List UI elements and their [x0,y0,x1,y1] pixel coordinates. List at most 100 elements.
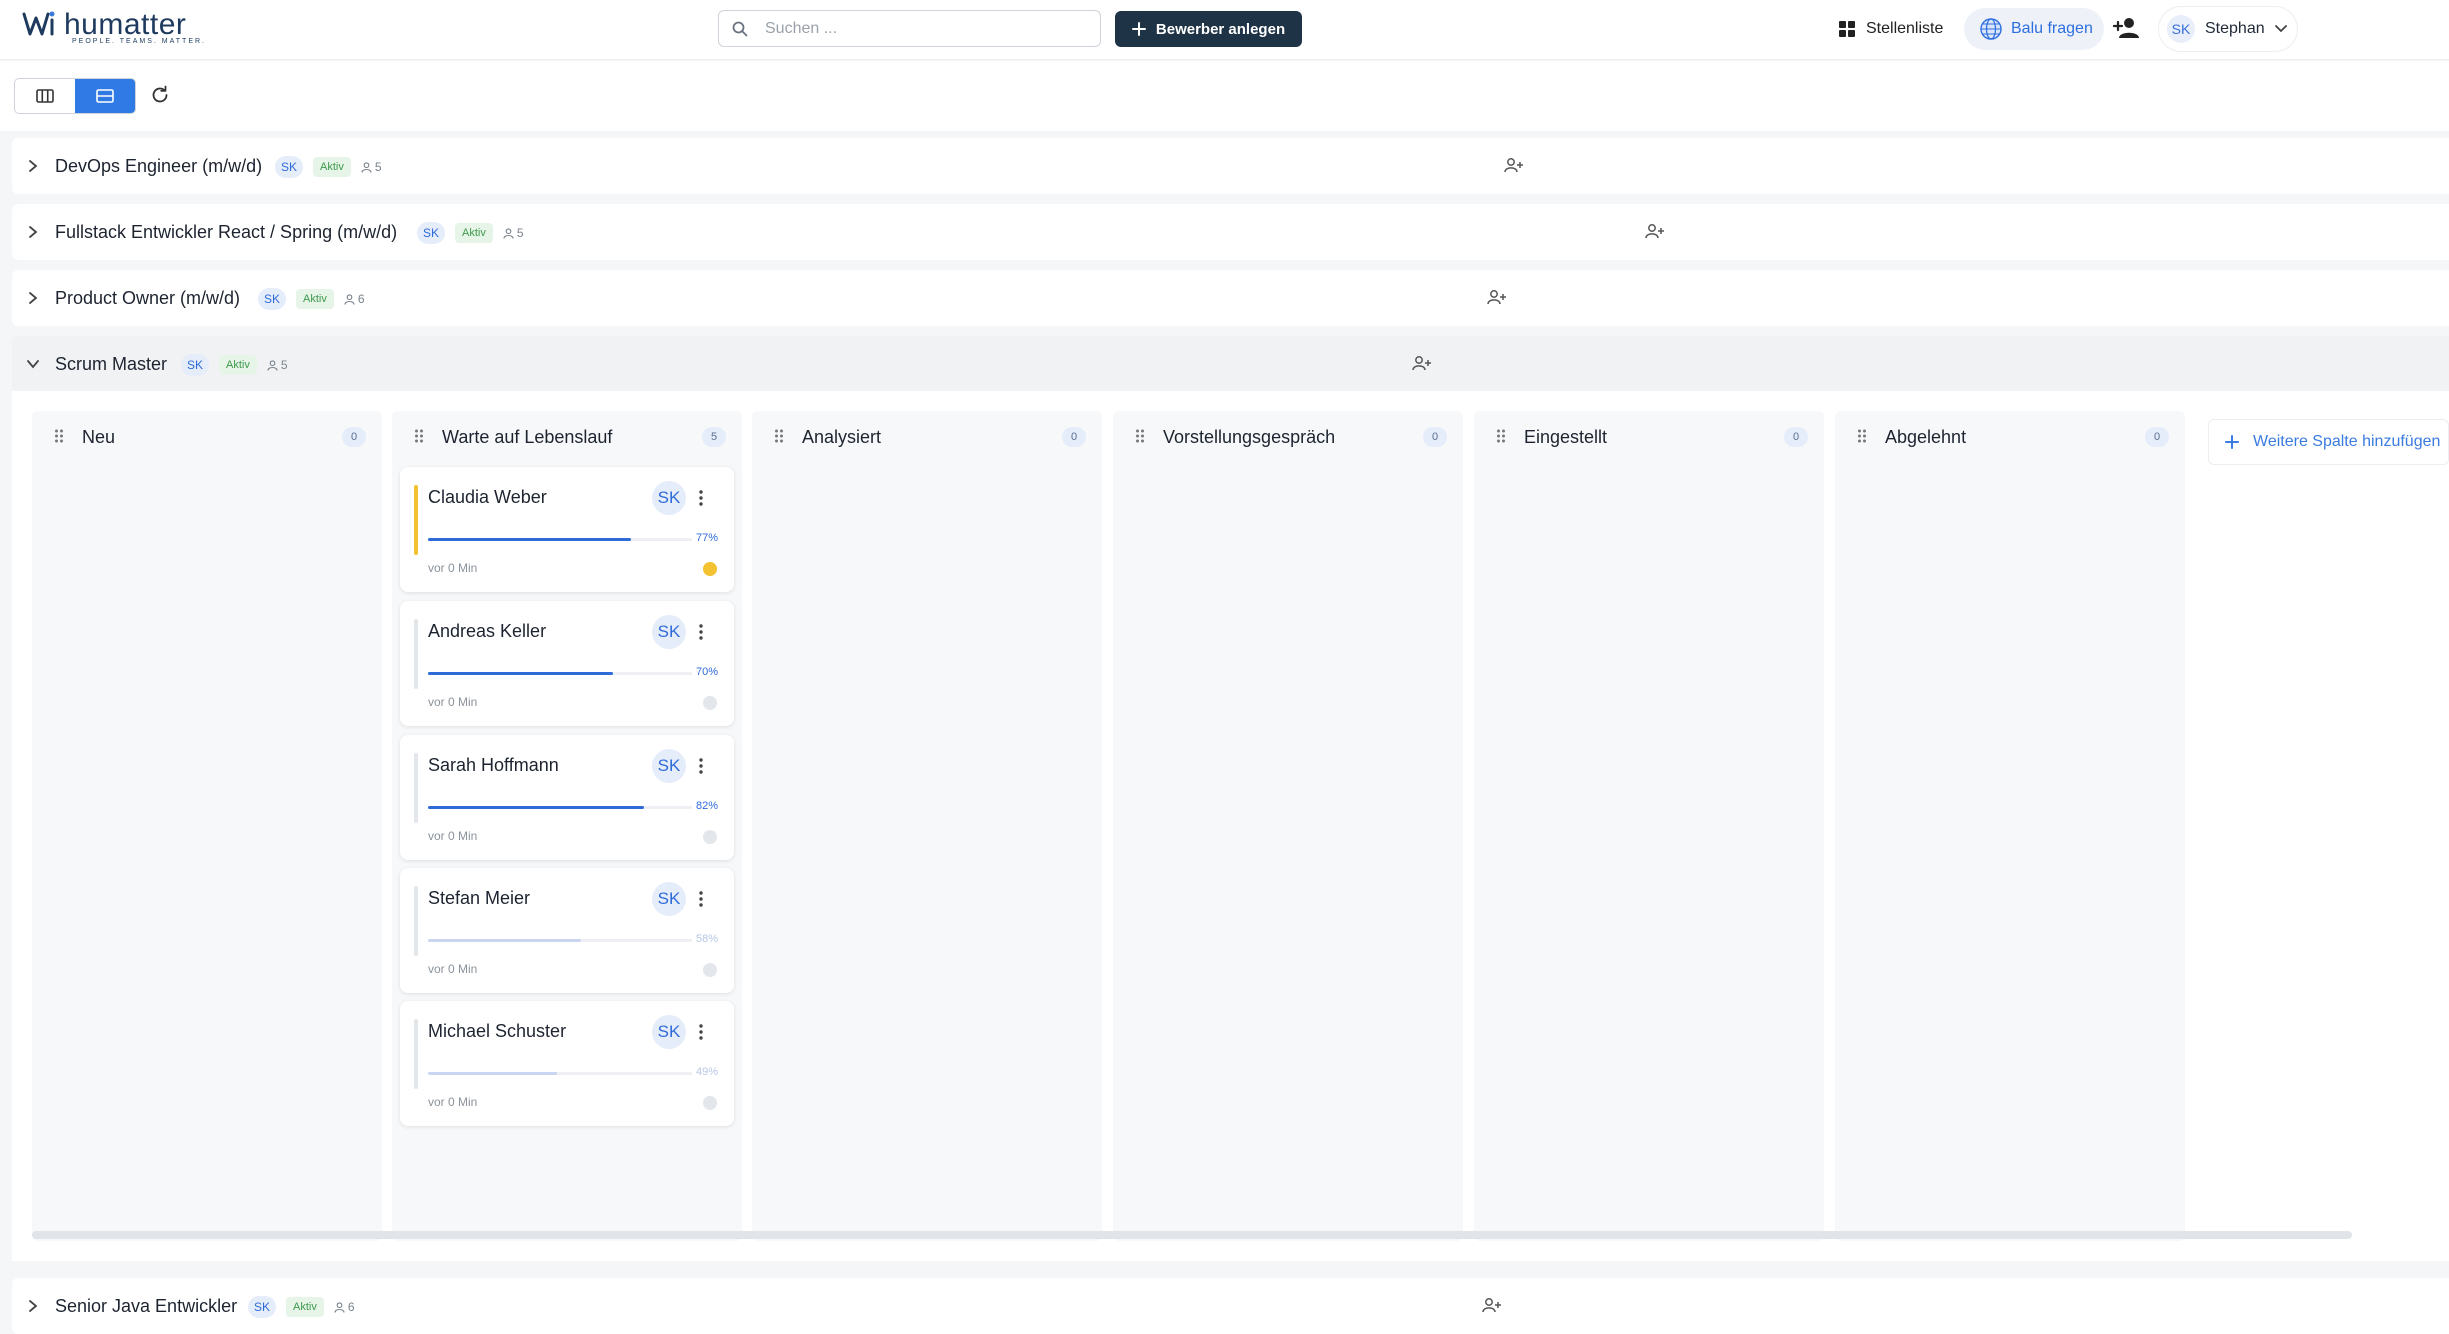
more-options-icon[interactable] [698,757,704,775]
add-user-icon[interactable] [2113,16,2141,40]
person-icon [361,161,372,173]
candidate-name: Stefan Meier [428,888,531,908]
status-dot [703,1096,717,1110]
applicant-count: 5 [361,160,382,174]
timestamp: vor 0 Min [428,829,478,843]
job-row[interactable]: DevOps Engineer (m/w/d) SK Aktiv 5 [12,138,2449,194]
candidate-card[interactable]: Michael Schuster SK 49% vor 0 Min [400,1001,734,1126]
candidate-card[interactable]: Sarah Hoffmann SK 82% vor 0 Min [400,735,734,860]
column-count: 5 [702,427,726,447]
search-input[interactable] [765,11,1085,46]
status-badge: Aktiv [455,223,493,243]
status-badge: Aktiv [296,289,334,309]
horizontal-scrollbar[interactable] [32,1231,2352,1239]
invite-user-icon[interactable] [1645,223,1665,239]
job-title: DevOps Engineer (m/w/d) [55,155,263,176]
chevron-right-icon[interactable] [28,225,38,239]
more-options-icon[interactable] [698,489,704,507]
chevron-right-icon[interactable] [28,291,38,305]
applicant-count-value: 6 [357,292,365,306]
chevron-right-icon[interactable] [28,159,38,173]
score-bar [428,806,692,809]
nav-job-list[interactable]: Stellenliste [1838,13,1943,45]
plus-icon [2225,435,2239,449]
column-title: Neu [82,426,116,447]
drag-handle-icon[interactable] [414,428,424,444]
job-row[interactable]: Fullstack Entwickler React / Spring (m/w… [12,204,2449,260]
more-options-icon[interactable] [698,623,704,641]
ask-balu-label: Balu fragen [2011,20,2093,37]
create-applicant-button[interactable]: Bewerber anlegen [1115,11,1302,47]
drag-handle-icon[interactable] [1857,428,1867,444]
job-row[interactable]: Senior Java Entwickler SK Aktiv 6 [12,1278,2449,1334]
top-bar: humatter PEOPLE. TEAMS. MATTER. Bewerber… [0,0,2449,60]
view-toggle [14,78,136,114]
logo-tagline: PEOPLE. TEAMS. MATTER. [72,38,206,45]
candidate-card[interactable]: Andreas Keller SK 70% vor 0 Min [400,601,734,726]
applicant-count-value: 5 [280,358,288,372]
person-icon [344,293,355,305]
recruiter-avatar: SK [652,749,686,783]
job-tags: SK Aktiv 5 [417,222,524,244]
invite-user-icon[interactable] [1504,157,1524,173]
toolbar [0,61,2449,131]
candidate-card[interactable]: Claudia Weber SK 77% vor 0 Min [400,467,734,592]
candidate-card[interactable]: Stefan Meier SK 58% vor 0 Min [400,868,734,993]
column-count: 0 [1423,427,1447,447]
drag-handle-icon[interactable] [1496,428,1506,444]
job-title: Scrum Master [55,353,168,374]
drag-handle-icon[interactable] [54,428,64,444]
invite-user-icon[interactable] [1487,289,1507,305]
more-options-icon[interactable] [698,890,704,908]
user-menu[interactable]: SK Stephan [2158,6,2298,52]
chevron-right-icon[interactable] [28,1299,38,1313]
logo[interactable]: humatter PEOPLE. TEAMS. MATTER. [22,8,212,50]
column-count: 0 [342,427,366,447]
person-icon [267,359,278,371]
kanban-board: Neu 0 Warte auf Lebenslauf 5 Claudia Web… [12,391,2449,1261]
columns-icon [36,89,54,103]
applicant-count: 6 [344,292,365,306]
add-column-button[interactable]: Weitere Spalte hinzufügen [2208,419,2449,465]
drag-handle-icon[interactable] [774,428,784,444]
job-row-expanded[interactable]: Scrum Master SK Aktiv 5 [12,336,2449,392]
grid-icon [1839,21,1855,37]
refresh-icon[interactable] [150,85,170,105]
more-options-icon[interactable] [698,1023,704,1041]
timestamp: vor 0 Min [428,695,478,709]
status-badge: Aktiv [286,1297,324,1317]
job-title: Product Owner (m/w/d) [55,287,241,308]
job-row[interactable]: Product Owner (m/w/d) SK Aktiv 6 [12,270,2449,326]
drag-handle-icon[interactable] [1135,428,1145,444]
search-box[interactable] [718,10,1101,47]
logo-icon [22,11,55,36]
score-label: 70% [696,666,719,678]
card-accent-bar [414,485,418,555]
score-label: 82% [696,800,719,812]
column-title: Warte auf Lebenslauf [442,426,613,447]
ask-balu-button[interactable]: Balu fragen [1964,8,2104,50]
status-dot [703,963,717,977]
invite-user-icon[interactable] [1412,355,1432,371]
person-icon [334,1301,345,1313]
card-accent-bar [414,753,418,823]
score-bar-fill [428,538,632,541]
column-new: Neu 0 [32,411,382,1241]
column-count: 0 [1062,427,1086,447]
column-title: Analysiert [802,426,882,447]
recruiter-avatar: SK [652,1015,686,1049]
column-hired: Eingestellt 0 [1474,411,1824,1241]
column-waiting-cv: Warte auf Lebenslauf 5 Claudia Weber SK … [392,411,742,1241]
chevron-down-icon[interactable] [26,359,40,369]
recruiter-avatar: SK [652,481,686,515]
score-label: 77% [696,532,719,544]
owner-avatar: SK [275,156,303,178]
owner-avatar: SK [181,354,209,376]
invite-user-icon[interactable] [1482,1297,1502,1313]
rows-view-button[interactable] [75,79,135,113]
column-count: 0 [1784,427,1808,447]
candidate-name: Claudia Weber [428,487,547,507]
columns-view-button[interactable] [15,79,75,113]
status-dot [703,696,717,710]
chevron-down-icon [2274,25,2287,33]
